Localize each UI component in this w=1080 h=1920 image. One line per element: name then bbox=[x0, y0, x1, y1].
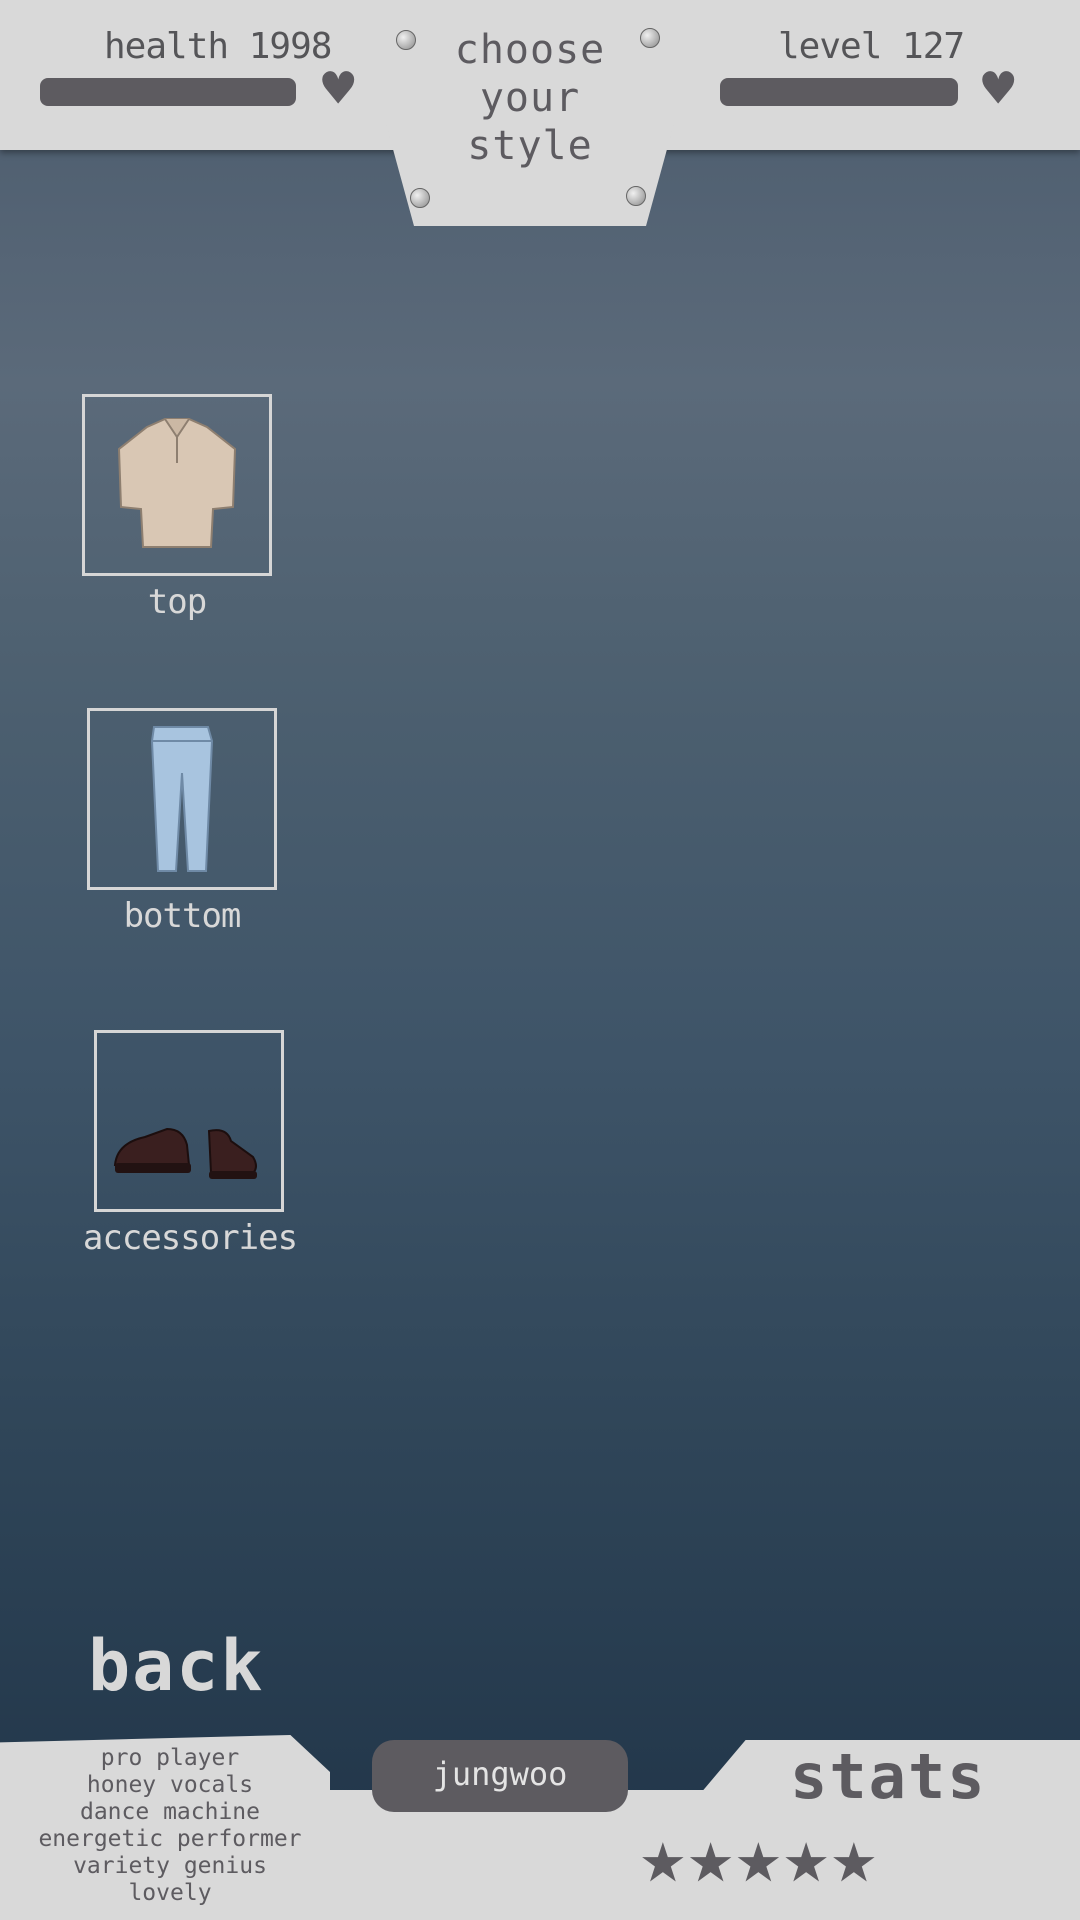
trait-item: variety genius bbox=[73, 1853, 267, 1879]
rivet-icon bbox=[640, 28, 660, 48]
title-line-2: your bbox=[479, 75, 581, 121]
top-item-slot[interactable] bbox=[82, 394, 272, 576]
back-button[interactable]: back bbox=[88, 1625, 265, 1707]
heart-icon: ♥ bbox=[982, 57, 1015, 120]
rivet-icon bbox=[626, 186, 646, 206]
stats-title[interactable]: stats bbox=[790, 1740, 987, 1813]
accessories-item-slot[interactable] bbox=[94, 1030, 284, 1212]
polo-shirt-icon bbox=[117, 418, 237, 548]
title-line-3: style bbox=[467, 123, 593, 169]
traits-list: pro player honey vocals dance machine en… bbox=[30, 1745, 310, 1907]
rivet-icon bbox=[396, 30, 416, 50]
jeans-icon bbox=[150, 726, 214, 872]
bottom-item-slot[interactable] bbox=[87, 708, 277, 890]
trait-item: energetic performer bbox=[38, 1826, 302, 1852]
trait-item: pro player bbox=[100, 1745, 240, 1771]
bottom-item-label: bottom bbox=[123, 896, 242, 936]
rivet-icon bbox=[410, 188, 430, 208]
level-label: level 127 bbox=[778, 26, 965, 67]
top-item-label: top bbox=[147, 582, 207, 622]
trait-item: honey vocals bbox=[86, 1772, 254, 1798]
character-name-badge[interactable]: jungwoo bbox=[372, 1740, 628, 1812]
shoes-icon bbox=[113, 1127, 257, 1179]
level-bar bbox=[720, 78, 958, 106]
trait-item: dance machine bbox=[79, 1799, 260, 1825]
page-title: choose your style bbox=[420, 26, 640, 170]
star-icon: ★★★★★ bbox=[640, 1811, 879, 1900]
accessories-item-label: accessories bbox=[82, 1218, 298, 1258]
health-label: health 1998 bbox=[104, 26, 332, 67]
title-line-1: choose bbox=[454, 27, 606, 73]
trait-item: lovely bbox=[128, 1880, 212, 1906]
health-bar bbox=[40, 78, 296, 106]
heart-icon: ♥ bbox=[322, 57, 355, 120]
